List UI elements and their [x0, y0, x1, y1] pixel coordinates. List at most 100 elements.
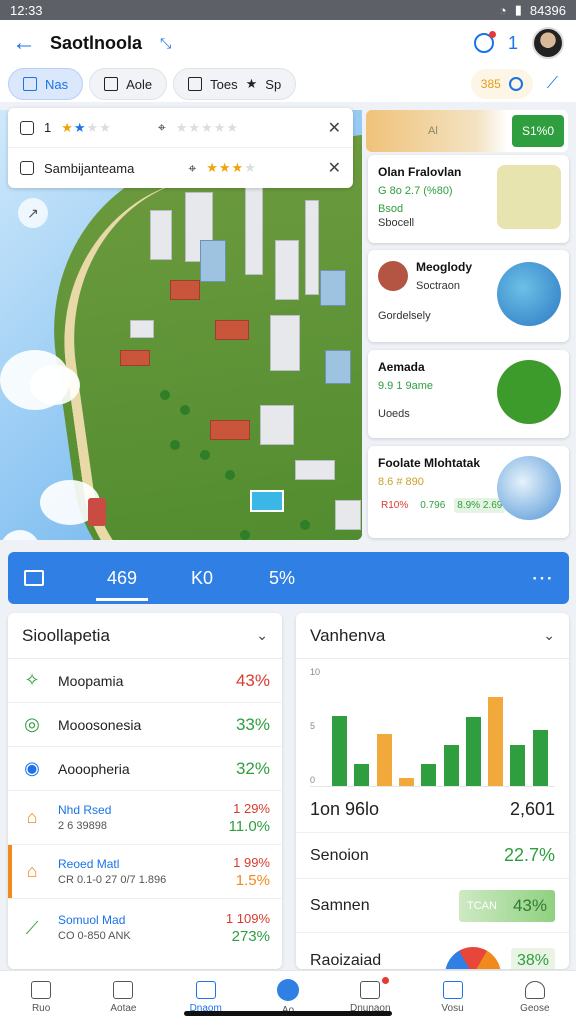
chart-bar: [488, 697, 504, 786]
tab-469[interactable]: 469: [82, 552, 162, 604]
info-card[interactable]: Aemada 9.9 1 9ame Uoeds: [368, 350, 569, 438]
link-icon[interactable]: ⟋: [547, 75, 558, 93]
nav-dnunaon[interactable]: Dnunaon: [329, 971, 411, 1024]
avatar[interactable]: [532, 27, 564, 59]
status-bar: 12:33 ◔ ▮ 84396: [0, 0, 576, 20]
side-action-button[interactable]: S1%0: [511, 115, 564, 147]
target-icon: [508, 77, 523, 91]
home-icon: [31, 981, 52, 999]
home-indicator: [184, 1011, 392, 1016]
screen-icon: [442, 981, 463, 999]
nav-aotae[interactable]: Aotae: [82, 971, 164, 1024]
globe-icon: [497, 456, 561, 520]
calendar-icon: [113, 981, 134, 999]
list-item[interactable]: ⟋ Somuol Mad CO 0-850 ANK 1 109% 273%: [8, 899, 282, 957]
sparkle-icon: ✧: [24, 670, 40, 690]
chart-bar: [376, 734, 392, 786]
cloud: [30, 365, 80, 405]
layer-row[interactable]: 1 ★★★★ ⌖ ★★★★★ ✕: [8, 108, 353, 148]
chip-nas[interactable]: Nas: [8, 68, 84, 100]
chart-y-tick: 5: [310, 721, 316, 731]
database-icon: [20, 161, 34, 175]
battery-icon: ▮: [514, 2, 522, 17]
side-header: Al S1%0: [366, 110, 568, 152]
tab-5pct[interactable]: 5%: [242, 552, 322, 604]
folder-icon[interactable]: [24, 570, 44, 586]
scan-icon: [195, 981, 216, 999]
list-item[interactable]: ◉ Aooopheria 32%: [8, 747, 282, 791]
pin-icon[interactable]: ⌖: [158, 119, 166, 136]
info-card[interactable]: Olan Fralovlan G 8o 2.7 (%80) Bsod Sboce…: [368, 155, 569, 243]
list-item[interactable]: ✧ Moopamia 43%: [8, 659, 282, 703]
chart-bar: [354, 764, 370, 786]
badge-dot: [382, 977, 390, 984]
chevron-down-icon[interactable]: ⌄: [543, 627, 555, 644]
stat-row: 1on 96lo 2,601: [296, 787, 569, 833]
building-icon: ⌂: [26, 861, 38, 881]
stat-row[interactable]: Samnen TCAN 43%: [296, 879, 569, 933]
layer-label: 1: [44, 120, 52, 135]
right-panel: Vanhenva ⌄ 10 5 0 1on 96lo 2,601 Senoion 2…: [296, 613, 569, 969]
chart-bar: [332, 715, 347, 786]
bar-chart: 10 5 0: [310, 667, 555, 787]
location-icon: ◉: [24, 758, 40, 778]
leaf-icon: ◎: [24, 714, 40, 734]
left-panel: Sioollapetia ⌄ ✧ Moopamia 43% ◎ Mooosone…: [8, 613, 282, 969]
nav-home[interactable]: Ruo: [0, 971, 82, 1024]
chip-toes[interactable]: Toes ★ Sp: [173, 68, 297, 100]
nav-dnaom[interactable]: Dnaom: [165, 971, 247, 1024]
expand-icon[interactable]: ⤡: [160, 35, 171, 52]
panel-header[interactable]: Vanhenva ⌄: [296, 613, 569, 659]
more-icon[interactable]: ⋯: [531, 565, 553, 591]
app-bar: ← Saotlnoola ⤡ 1: [0, 20, 576, 66]
rating-stars: ★★★★: [61, 119, 112, 135]
status-time: 12:33: [10, 2, 43, 18]
info-card[interactable]: Meoglody Soctraon Gordelsely: [368, 250, 569, 342]
panel-header[interactable]: Sioollapetia ⌄: [8, 613, 282, 659]
home-icon: ⌂: [26, 807, 38, 827]
region-map-icon: [497, 360, 561, 424]
progress-pill: TCAN 43%: [459, 889, 555, 922]
chart-y-tick: 10: [310, 667, 321, 677]
chart-bar: [443, 744, 459, 786]
rating-stars-empty: ★★★★★: [175, 119, 240, 135]
layers-icon: [20, 120, 34, 135]
list-item[interactable]: ◎ Mooosonesia 33%: [8, 703, 282, 747]
close-icon[interactable]: ✕: [328, 118, 341, 138]
compass-icon[interactable]: ↗: [18, 198, 48, 228]
region-map-icon: [497, 165, 561, 229]
nav-geose[interactable]: Geose: [494, 971, 576, 1024]
tab-bar: 469 K0 5% ⋯: [8, 552, 569, 604]
city-block: [110, 180, 361, 540]
info-card[interactable]: Foolate Mlohtatak 8.6 # 890 R10% 0.796 8…: [368, 446, 569, 538]
stat-row: Senoion 22.7%: [296, 833, 569, 879]
nav-ao[interactable]: Ao: [247, 971, 329, 1024]
notification-icon[interactable]: [473, 31, 496, 53]
chart-icon: ⟋: [25, 917, 39, 938]
rating-stars: ★★★★: [206, 160, 257, 175]
chart-bar: [421, 764, 437, 786]
boat: [88, 498, 106, 526]
chevron-down-icon[interactable]: ⌄: [256, 627, 268, 644]
chart-bar: [465, 716, 481, 786]
back-arrow-icon[interactable]: ←: [12, 29, 44, 57]
close-icon[interactable]: ✕: [328, 158, 341, 178]
map-icon: [23, 77, 37, 91]
flag-icon: [188, 77, 203, 91]
stat-row[interactable]: Raoizaiad 38%: [296, 933, 569, 969]
chart-bar: [532, 729, 548, 786]
tab-k0[interactable]: K0: [162, 552, 242, 604]
chart-y-tick: 0: [310, 775, 316, 785]
bell-icon: [360, 981, 381, 999]
chip-aole[interactable]: Aole: [89, 68, 168, 100]
nav-vosu[interactable]: Vosu: [411, 971, 493, 1024]
user-icon: [524, 981, 545, 999]
list-item[interactable]: ⌂ Reoed Matl CR 0.1-0 27 0/7 1.896 1 99%…: [8, 845, 282, 899]
layer-row[interactable]: Sambijanteama ⌖ ★★★★ ✕: [8, 148, 353, 188]
rating-badge[interactable]: 385: [470, 69, 533, 99]
globe-icon: [497, 262, 561, 326]
list-item[interactable]: ⌂ Nhd Rsed 2 6 39898 1 29% 11.0%: [8, 791, 282, 845]
status-right: 84396: [529, 2, 566, 18]
page-title: Saotlnoola: [50, 32, 143, 53]
pin-icon[interactable]: ⌖: [188, 160, 196, 177]
